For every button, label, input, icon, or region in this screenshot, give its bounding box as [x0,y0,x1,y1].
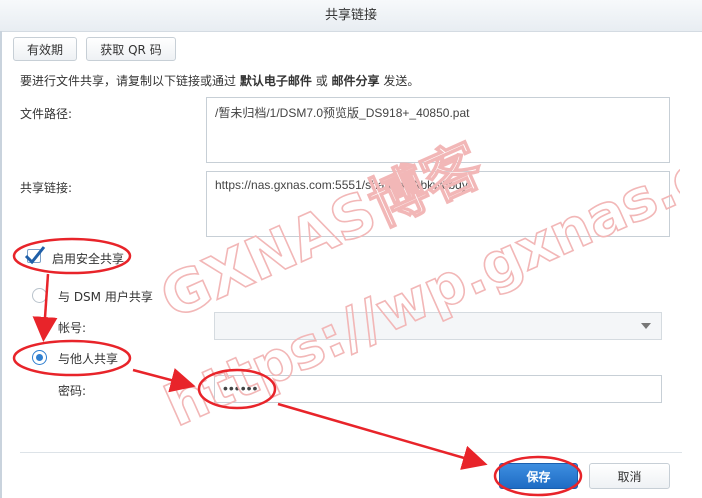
annotation-arrow-down [32,273,58,342]
annotation-arrow-save [277,402,488,470]
annotation-overlay [12,237,583,497]
annotation-ellipse-secure [12,237,132,275]
annotation-ellipse-password [197,368,277,410]
annotation-arrow-password [132,368,196,393]
annotation-ellipse-other [12,339,132,377]
annotation-ellipse-save [493,455,583,497]
